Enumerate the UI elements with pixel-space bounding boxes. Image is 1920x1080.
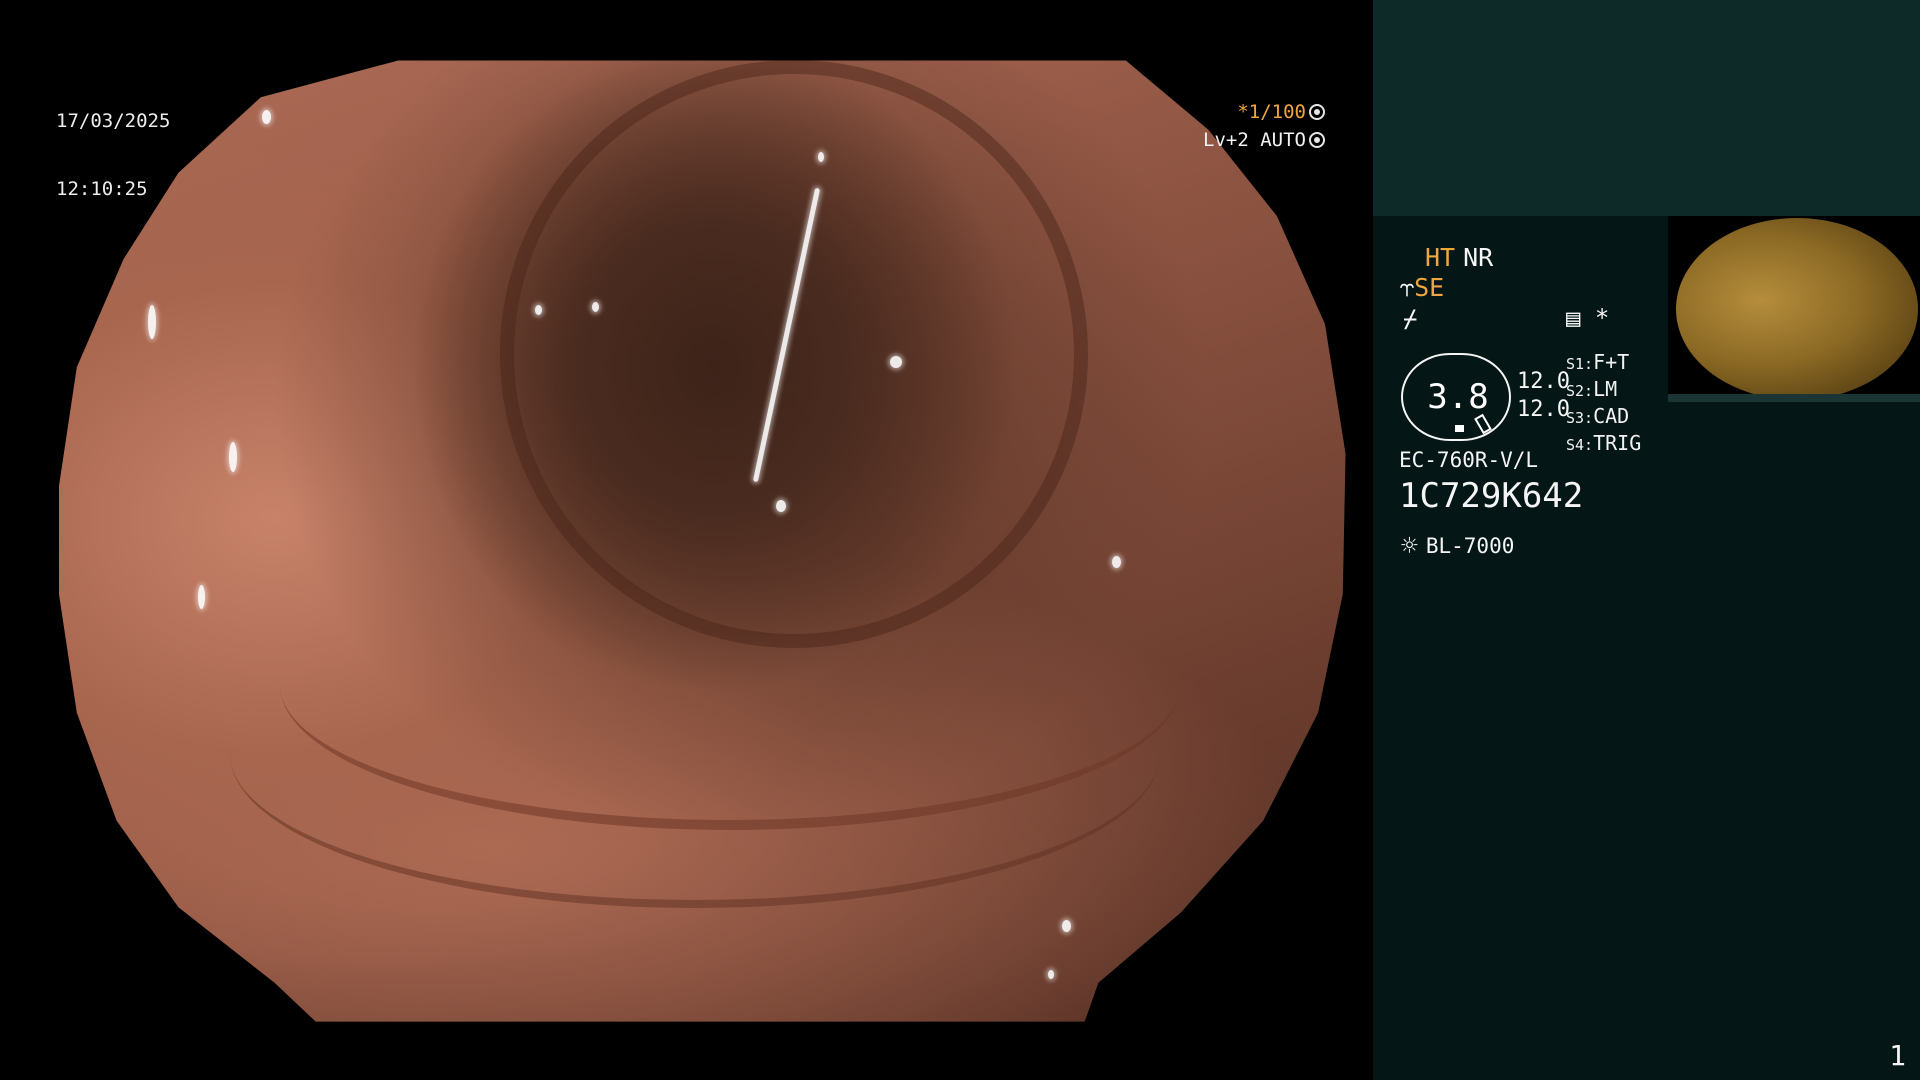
noise-icon: ⌿ <box>1403 305 1418 333</box>
page-number: 1 <box>1889 1039 1906 1072</box>
se-label: SE <box>1414 273 1445 302</box>
switch-row: S2:LM <box>1566 377 1641 404</box>
switch-row: S4:TRIG <box>1566 431 1641 458</box>
level-values: 12.0 12.0 <box>1517 368 1570 424</box>
specular-highlight <box>198 585 205 609</box>
specular-highlight <box>818 152 824 162</box>
light-source: ☼ BL-7000 <box>1401 532 1514 560</box>
endoscope-viewport: 17/03/2025 12:10:25 *1/100 Lv+2 AUTO <box>0 0 1373 1080</box>
panel-icons: ▤ * <box>1566 304 1609 332</box>
switch-label: S1: <box>1566 355 1594 373</box>
info-panel: HT NR ⥾SE ⌿ ▤ * 3.8 12.0 12.0 S1:F+T S2:L… <box>1373 0 1920 1080</box>
switch-label: S4: <box>1566 436 1594 454</box>
scope-enhance-icon: ⥾ <box>1400 273 1415 302</box>
scope-serial: 1C729K642 <box>1399 476 1584 516</box>
shutter-speed: *1/100 <box>1237 101 1306 123</box>
asterisk-icon: * <box>1594 304 1610 332</box>
switch-value: TRIG <box>1593 431 1642 455</box>
value-2: 12.0 <box>1517 397 1570 422</box>
light-source-label: BL-7000 <box>1425 534 1515 558</box>
mucosal-fold <box>230 600 1160 908</box>
specular-highlight <box>148 305 156 339</box>
auto-iris-icon <box>1309 132 1325 148</box>
panel-header <box>1373 0 1920 216</box>
switch-settings: S1:F+T S2:LM S3:CAD S4:TRIG <box>1566 350 1641 458</box>
gauge-marker <box>1455 425 1464 432</box>
value-1: 12.0 <box>1517 369 1570 394</box>
sun-icon: ☼ <box>1401 529 1418 562</box>
processing-modes: HT NR <box>1425 243 1493 272</box>
zoom-gauge: 3.8 <box>1401 353 1511 441</box>
specular-highlight <box>1048 970 1054 979</box>
thumbnail-image <box>1676 218 1918 400</box>
time-text: 12:10:25 <box>56 178 148 200</box>
specular-highlight <box>1112 556 1121 568</box>
gauge-value: 3.8 <box>1427 377 1489 417</box>
switch-value: F+T <box>1593 350 1630 374</box>
aperture-icon <box>1309 104 1325 120</box>
exposure-info: *1/100 Lv+2 AUTO <box>1203 98 1325 154</box>
thumbnail-bar <box>1668 394 1920 402</box>
specular-highlight <box>592 302 599 312</box>
se-mode: ⥾SE <box>1400 273 1444 303</box>
switch-row: S3:CAD <box>1566 404 1641 431</box>
specular-highlight <box>776 500 786 512</box>
ht-label: HT <box>1425 243 1456 272</box>
specular-highlight <box>262 110 271 124</box>
switch-value: CAD <box>1593 404 1630 428</box>
specular-highlight <box>890 356 902 368</box>
specular-highlight <box>1062 920 1071 932</box>
scope-model: EC-760R-V/L <box>1399 448 1539 472</box>
switch-label: S3: <box>1566 409 1594 427</box>
brightness-level: Lv+2 AUTO <box>1203 129 1306 151</box>
switch-row: S1:F+T <box>1566 350 1641 377</box>
date-text: 17/03/2025 <box>56 110 171 132</box>
endoscopic-image <box>59 60 1346 1022</box>
thumbnail-preview[interactable] <box>1668 216 1920 402</box>
memo-icon: ▤ <box>1566 304 1581 332</box>
switch-value: LM <box>1593 377 1618 401</box>
specular-highlight <box>535 305 542 315</box>
switch-label: S2: <box>1566 382 1594 400</box>
specular-highlight <box>229 442 237 472</box>
nr-label: NR <box>1463 243 1494 272</box>
datetime-display: 17/03/2025 12:10:25 <box>56 64 170 246</box>
